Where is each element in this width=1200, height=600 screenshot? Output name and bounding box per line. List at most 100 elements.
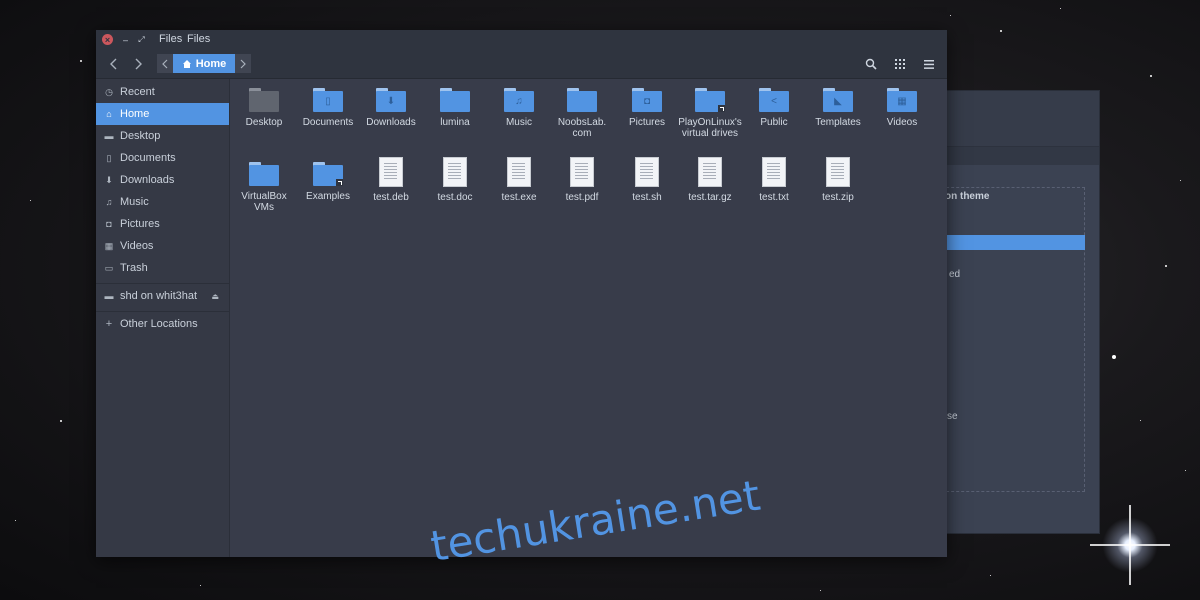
folder-icon xyxy=(249,88,279,112)
minimize-icon[interactable]: – xyxy=(120,34,131,45)
sidebar-item-label: Videos xyxy=(120,240,154,252)
file-item-pictures[interactable]: ◘ Pictures xyxy=(615,85,679,128)
path-scroll-right-button[interactable] xyxy=(235,54,251,73)
file-item-label: test.sh xyxy=(632,192,662,203)
sidebar-item-recent[interactable]: ◷ Recent xyxy=(96,81,229,103)
file-item-label: Desktop xyxy=(245,117,283,128)
folder-icon xyxy=(567,88,597,112)
text-file-icon xyxy=(379,157,403,187)
path-home-button[interactable]: Home xyxy=(173,54,235,73)
file-item-test-txt[interactable]: test.txt xyxy=(742,157,806,203)
window-title: Files xyxy=(159,33,183,45)
eject-icon[interactable]: ⏏ xyxy=(211,292,219,301)
file-item-public[interactable]: < Public xyxy=(742,85,806,128)
file-item-documents[interactable]: ▯ Documents xyxy=(296,85,360,128)
sidebar-item-other-locations[interactable]: + Other Locations xyxy=(96,313,229,335)
text-file-icon xyxy=(635,157,659,187)
places-sidebar: ◷ Recent ⌂ Home ▬ Desktop ▯ Documents ⬇ … xyxy=(96,79,230,557)
file-item-label: test.deb xyxy=(373,192,409,203)
file-item-label: Downloads xyxy=(366,117,416,128)
file-item-noobslab[interactable]: NoobsLab.com xyxy=(550,85,614,139)
download-icon: ⬇ xyxy=(386,96,396,107)
film-icon: ▦ xyxy=(897,96,907,107)
camera-icon: ◘ xyxy=(643,96,651,107)
menu-button[interactable] xyxy=(921,56,937,72)
download-icon: ⬇ xyxy=(105,174,113,185)
sidebar-item-pictures[interactable]: ◘ Pictures xyxy=(96,213,229,235)
sidebar-item-documents[interactable]: ▯ Documents xyxy=(96,147,229,169)
title-bar[interactable]: × – ⤢ Files Files xyxy=(96,30,947,50)
file-item-test-deb[interactable]: test.deb xyxy=(359,157,423,203)
background-window-header xyxy=(931,91,1099,147)
file-item-downloads[interactable]: ⬇ Downloads xyxy=(359,85,423,128)
background-window-panel xyxy=(931,187,1085,492)
sidebar-item-music[interactable]: ♫ Music xyxy=(96,191,229,213)
sidebar-item-videos[interactable]: ▦ Videos xyxy=(96,235,229,257)
background-window-selected-row[interactable] xyxy=(931,235,1085,250)
folder-icon xyxy=(313,162,343,186)
music-icon: ♫ xyxy=(515,96,523,107)
forward-button[interactable] xyxy=(129,55,147,73)
text-file-icon xyxy=(443,157,467,187)
folder-icon: ▯ xyxy=(313,88,343,112)
path-scroll-left-button[interactable] xyxy=(157,54,173,73)
sidebar-item-home[interactable]: ⌂ Home xyxy=(96,103,229,125)
camera-icon: ◘ xyxy=(106,219,112,229)
back-button[interactable] xyxy=(105,55,123,73)
file-item-test-tar-gz[interactable]: test.tar.gz xyxy=(678,157,742,203)
text-file-icon xyxy=(570,157,594,187)
sidebar-item-desktop[interactable]: ▬ Desktop xyxy=(96,125,229,147)
file-item-videos[interactable]: ▦ Videos xyxy=(870,85,934,128)
file-item-templates[interactable]: ◣ Templates xyxy=(806,85,870,128)
file-item-label: Videos xyxy=(886,117,918,128)
maximize-icon[interactable]: ⤢ xyxy=(136,34,147,45)
chevron-right-icon xyxy=(240,59,246,68)
sidebar-item-downloads[interactable]: ⬇ Downloads xyxy=(96,169,229,191)
clock-icon: ◷ xyxy=(105,86,113,97)
files-window: × – ⤢ Files Files Home ◷ Recent ⌂ Home ▬… xyxy=(96,30,947,557)
file-item-test-doc[interactable]: test.doc xyxy=(423,157,487,203)
file-view[interactable]: Desktop ▯ Documents ⬇ Downloads lumina ♫… xyxy=(230,79,947,557)
folder-icon: ♫ xyxy=(504,88,534,112)
folder-icon: ⬇ xyxy=(376,88,406,112)
search-icon xyxy=(865,58,877,70)
background-window-heading: on theme xyxy=(945,191,990,202)
folder-icon xyxy=(695,88,725,112)
sidebar-item-label: Trash xyxy=(120,262,148,274)
sidebar-item-label: Downloads xyxy=(120,174,175,186)
file-item-playonlinux[interactable]: PlayOnLinux's virtual drives xyxy=(678,85,742,139)
search-button[interactable] xyxy=(863,56,879,72)
file-item-music[interactable]: ♫ Music xyxy=(487,85,551,128)
document-icon: ▯ xyxy=(106,152,112,163)
background-window[interactable]: on theme ed se xyxy=(930,90,1100,534)
close-icon[interactable]: × xyxy=(102,34,113,45)
folder-icon: ◣ xyxy=(823,88,853,112)
sidebar-item-label: Home xyxy=(120,108,150,120)
sidebar-separator xyxy=(96,311,229,312)
symlink-icon xyxy=(336,179,343,186)
view-grid-button[interactable] xyxy=(892,56,908,72)
sidebar-item-network-drive[interactable]: ▬ shd on whit3hat ⏏ xyxy=(96,285,229,307)
file-item-desktop[interactable]: Desktop xyxy=(232,85,296,128)
folder-icon: ◘ xyxy=(632,88,662,112)
sidebar-item-trash[interactable]: ▭ Trash xyxy=(96,257,229,279)
file-item-examples[interactable]: Examples xyxy=(296,159,360,202)
sidebar-item-label: Music xyxy=(120,196,149,208)
chevron-left-icon xyxy=(162,59,168,68)
file-item-virtualbox[interactable]: VirtualBox VMs xyxy=(232,159,296,213)
file-item-test-exe[interactable]: test.exe xyxy=(487,157,551,203)
text-file-icon xyxy=(507,157,531,187)
home-icon: ⌂ xyxy=(106,109,112,119)
file-item-test-sh[interactable]: test.sh xyxy=(615,157,679,203)
sidebar-item-label: shd on whit3hat xyxy=(120,290,198,302)
sidebar-separator xyxy=(96,283,229,284)
hamburger-menu-icon xyxy=(924,59,934,69)
file-item-lumina[interactable]: lumina xyxy=(423,85,487,128)
file-item-test-pdf[interactable]: test.pdf xyxy=(550,157,614,203)
file-item-test-zip[interactable]: test.zip xyxy=(806,157,870,203)
text-file-icon xyxy=(826,157,850,187)
path-bar: Home xyxy=(157,54,251,73)
bright-star xyxy=(1090,505,1170,585)
file-item-label: lumina xyxy=(440,117,470,128)
sidebar-item-label: Desktop xyxy=(120,130,161,142)
